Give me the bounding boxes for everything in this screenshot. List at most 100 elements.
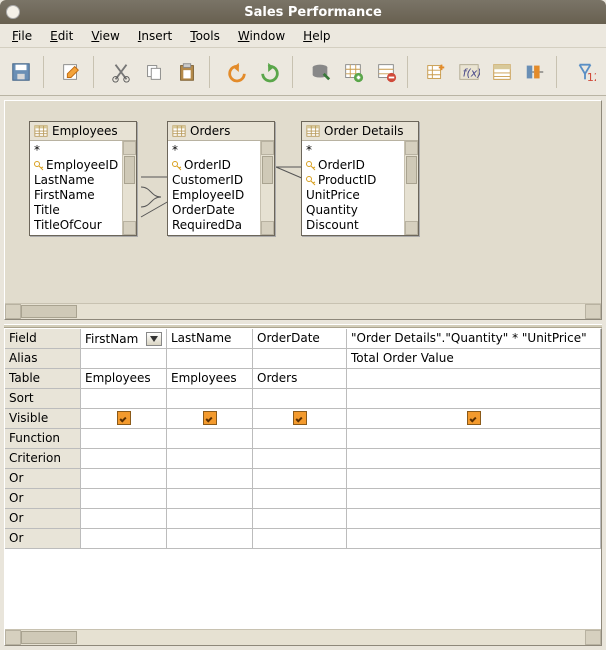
toolbar-separator xyxy=(407,56,414,88)
grid-cell[interactable] xyxy=(253,509,347,529)
grid-cell[interactable]: OrderDate xyxy=(253,329,347,349)
table-card-employees[interactable]: Employees * EmployeeID LastName FirstNam… xyxy=(29,121,137,236)
switch-design-view-button[interactable] xyxy=(370,54,401,90)
copy-button[interactable] xyxy=(139,54,170,90)
table-name-button[interactable] xyxy=(486,54,517,90)
grid-cell[interactable] xyxy=(253,489,347,509)
scroll-thumb[interactable] xyxy=(21,631,77,644)
run-query-button[interactable] xyxy=(304,54,335,90)
grid-cell[interactable] xyxy=(167,469,253,489)
grid-cell[interactable] xyxy=(253,409,347,429)
svg-text:f(x): f(x) xyxy=(462,66,479,79)
paste-button[interactable] xyxy=(172,54,203,90)
grid-cell[interactable]: Orders xyxy=(253,369,347,389)
key-icon xyxy=(172,161,182,171)
grid-cell[interactable] xyxy=(167,429,253,449)
grid-cell[interactable] xyxy=(81,349,167,369)
grid-cell[interactable] xyxy=(253,529,347,549)
add-tables-button[interactable] xyxy=(420,54,451,90)
grid-cell[interactable] xyxy=(347,509,601,529)
scroll-left-arrow[interactable] xyxy=(5,304,21,319)
grid-cell[interactable]: Total Order Value xyxy=(347,349,601,369)
query-grid[interactable]: FieldFirstNamLastNameOrderDate"Order Det… xyxy=(5,329,601,549)
grid-horizontal-scrollbar[interactable] xyxy=(5,629,601,645)
grid-cell[interactable] xyxy=(347,529,601,549)
field-item: TitleOfCour xyxy=(34,218,132,233)
grid-cell[interactable] xyxy=(167,409,253,429)
grid-cell[interactable] xyxy=(81,469,167,489)
grid-cell[interactable] xyxy=(347,469,601,489)
grid-cell[interactable]: Employees xyxy=(167,369,253,389)
vertical-scrollbar[interactable] xyxy=(404,141,418,235)
menu-help[interactable]: Help xyxy=(299,27,334,45)
grid-cell[interactable] xyxy=(167,489,253,509)
table-card-orders[interactable]: Orders * OrderID CustomerID EmployeeID O… xyxy=(167,121,275,236)
menu-window[interactable]: Window xyxy=(234,27,289,45)
scroll-left-arrow[interactable] xyxy=(5,630,21,645)
field-item: Discount xyxy=(306,218,414,233)
grid-cell[interactable] xyxy=(81,429,167,449)
grid-cell[interactable] xyxy=(347,409,601,429)
menu-tools[interactable]: Tools xyxy=(186,27,224,45)
grid-cell[interactable] xyxy=(81,529,167,549)
grid-cell[interactable] xyxy=(167,389,253,409)
grid-cell[interactable] xyxy=(167,349,253,369)
visible-checkbox[interactable] xyxy=(293,411,307,425)
menu-file[interactable]: File xyxy=(8,27,36,45)
redo-button[interactable] xyxy=(255,54,286,90)
grid-row-header: Table xyxy=(5,369,81,389)
grid-cell[interactable]: FirstNam xyxy=(81,329,167,349)
grid-cell[interactable] xyxy=(253,389,347,409)
distinct-values-button[interactable]: 123! xyxy=(569,54,600,90)
alias-button[interactable] xyxy=(519,54,550,90)
table-card-orderdetails[interactable]: Order Details * OrderID ProductID UnitPr… xyxy=(301,121,419,236)
field-list[interactable]: * OrderID ProductID UnitPrice Quantity D… xyxy=(302,141,418,235)
grid-cell[interactable] xyxy=(253,429,347,449)
table-design-pane[interactable]: Employees * EmployeeID LastName FirstNam… xyxy=(4,100,602,320)
grid-row-header: Function xyxy=(5,429,81,449)
undo-button[interactable] xyxy=(222,54,253,90)
grid-cell[interactable] xyxy=(81,409,167,429)
grid-cell[interactable] xyxy=(167,449,253,469)
grid-cell[interactable] xyxy=(253,449,347,469)
visible-checkbox[interactable] xyxy=(203,411,217,425)
grid-cell[interactable] xyxy=(347,389,601,409)
grid-cell[interactable] xyxy=(81,489,167,509)
system-menu-icon[interactable] xyxy=(6,5,20,19)
menu-view[interactable]: View xyxy=(87,27,123,45)
grid-cell[interactable] xyxy=(167,509,253,529)
functions-button[interactable]: f(x) xyxy=(453,54,484,90)
vertical-scrollbar[interactable] xyxy=(122,141,136,235)
grid-cell[interactable] xyxy=(347,429,601,449)
horizontal-scrollbar[interactable] xyxy=(5,303,601,319)
grid-cell[interactable] xyxy=(347,449,601,469)
menu-insert[interactable]: Insert xyxy=(134,27,176,45)
edit-button[interactable] xyxy=(56,54,87,90)
clear-query-button[interactable] xyxy=(337,54,368,90)
grid-cell[interactable]: Employees xyxy=(81,369,167,389)
grid-cell[interactable] xyxy=(81,449,167,469)
menu-edit[interactable]: Edit xyxy=(46,27,77,45)
grid-cell[interactable]: "Order Details"."Quantity" * "UnitPrice" xyxy=(347,329,601,349)
vertical-scrollbar[interactable] xyxy=(260,141,274,235)
field-dropdown-button[interactable] xyxy=(146,332,162,346)
grid-row-header: Or xyxy=(5,469,81,489)
scroll-right-arrow[interactable] xyxy=(585,304,601,319)
scroll-thumb[interactable] xyxy=(21,305,77,318)
field-list[interactable]: * OrderID CustomerID EmployeeID OrderDat… xyxy=(168,141,274,235)
grid-cell[interactable] xyxy=(347,369,601,389)
grid-cell[interactable] xyxy=(347,489,601,509)
grid-cell[interactable] xyxy=(253,349,347,369)
grid-cell[interactable] xyxy=(81,509,167,529)
save-button[interactable] xyxy=(6,54,37,90)
grid-cell[interactable] xyxy=(81,389,167,409)
grid-cell[interactable] xyxy=(167,529,253,549)
visible-checkbox[interactable] xyxy=(467,411,481,425)
scroll-right-arrow[interactable] xyxy=(585,630,601,645)
field-list[interactable]: * EmployeeID LastName FirstName Title Ti… xyxy=(30,141,136,235)
cut-button[interactable] xyxy=(106,54,137,90)
visible-checkbox[interactable] xyxy=(117,411,131,425)
grid-cell[interactable] xyxy=(253,469,347,489)
grid-cell[interactable]: LastName xyxy=(167,329,253,349)
table-icon xyxy=(306,124,320,138)
